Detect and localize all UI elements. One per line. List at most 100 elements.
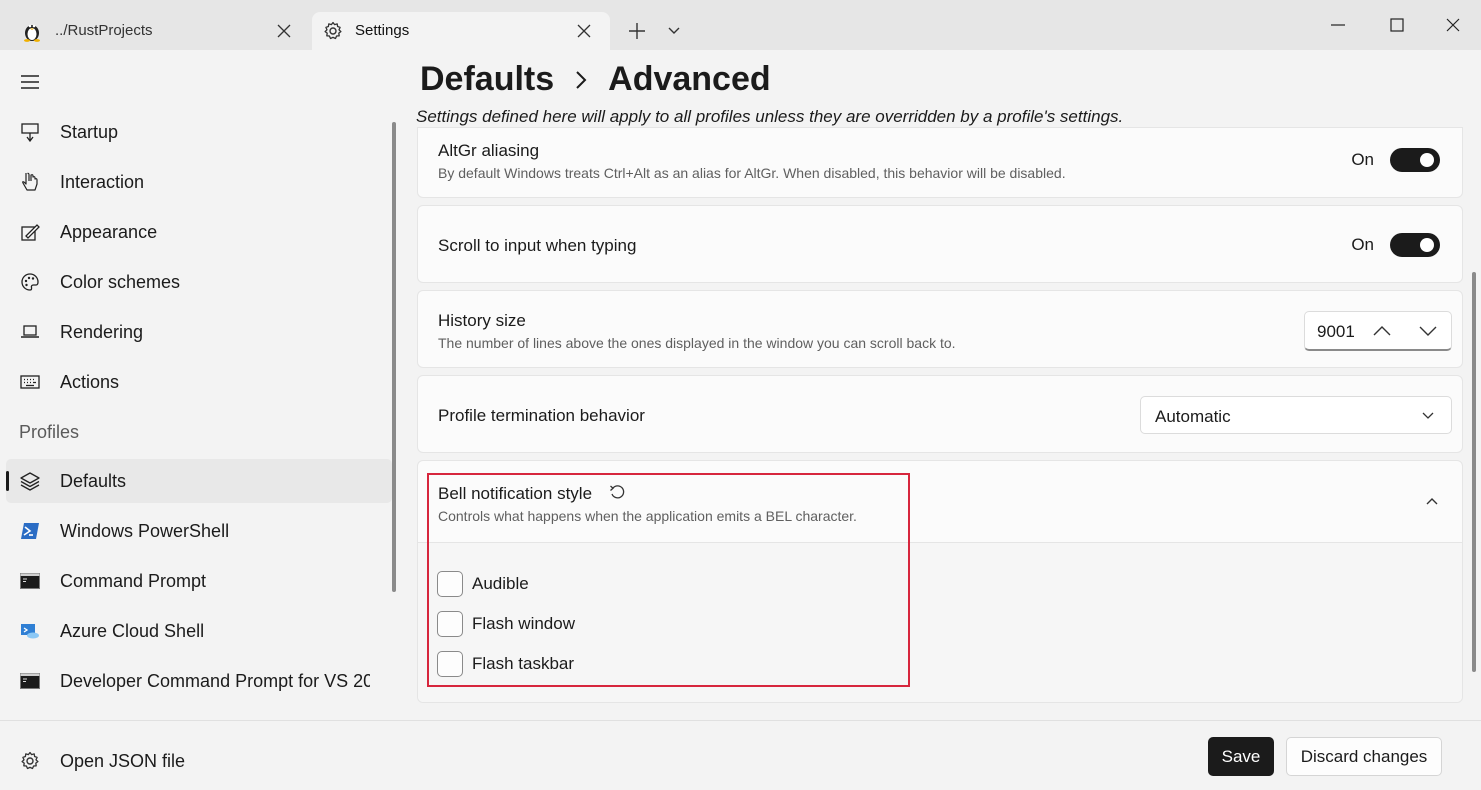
- breadcrumb-defaults[interactable]: Defaults: [420, 60, 554, 99]
- hamburger-icon: [21, 75, 39, 89]
- linux-penguin-icon: [20, 19, 44, 43]
- history-size-value[interactable]: 9001: [1317, 322, 1355, 342]
- pointer-hand-icon: [18, 170, 42, 194]
- page-description: Settings defined here will apply to all …: [416, 107, 1124, 126]
- cmd-icon: [18, 569, 42, 593]
- sidebar-item-label: Developer Command Prompt for VS 202: [60, 671, 370, 691]
- sidebar-item-appearance[interactable]: Appearance: [6, 210, 392, 254]
- new-tab-button[interactable]: [622, 17, 652, 45]
- tab-label: ../RustProjects: [55, 22, 153, 39]
- setting-title: History size: [438, 311, 526, 330]
- sidebar-item-label: Actions: [60, 372, 120, 392]
- sidebar-item-label: Startup: [60, 122, 119, 142]
- sidebar-item-command-prompt[interactable]: Command Prompt: [6, 559, 392, 603]
- chevron-down-icon: [1419, 407, 1437, 425]
- gear-icon: [18, 749, 42, 773]
- gear-icon: [321, 19, 345, 43]
- setting-title: Bell notification style: [438, 484, 593, 503]
- chevron-right-icon: [574, 70, 588, 90]
- maximize-button[interactable]: [1382, 10, 1412, 40]
- scroll-to-input-card: Scroll to input when typing On: [417, 205, 1463, 283]
- checkbox-box[interactable]: [437, 571, 463, 597]
- chevron-up-icon[interactable]: [1371, 320, 1393, 342]
- history-size-card: History size The number of lines above t…: [417, 290, 1463, 368]
- sidebar-item-label: Command Prompt: [60, 571, 207, 591]
- scroll-to-input-toggle[interactable]: [1390, 233, 1440, 257]
- sidebar-item-azure-cloud-shell[interactable]: Azure Cloud Shell: [6, 609, 392, 653]
- open-json-label: Open JSON file: [60, 751, 186, 771]
- sidebar-item-label: Interaction: [60, 172, 145, 192]
- discard-changes-button[interactable]: Discard changes: [1286, 737, 1442, 776]
- setting-title: Profile termination behavior: [438, 406, 645, 425]
- main-scrollbar[interactable]: [1472, 272, 1476, 672]
- sidebar-item-label: Color schemes: [60, 272, 181, 292]
- checkbox-flash-taskbar[interactable]: Flash taskbar: [437, 651, 574, 677]
- tab-settings[interactable]: Settings: [312, 12, 610, 50]
- checkbox-audible[interactable]: Audible: [437, 571, 529, 597]
- plus-icon: [629, 23, 645, 39]
- chevron-up-icon[interactable]: [1422, 491, 1442, 511]
- setting-description: By default Windows treats Ctrl+Alt as an…: [438, 165, 1066, 181]
- altgr-aliasing-card: AltGr aliasing By default Windows treats…: [417, 127, 1463, 198]
- palette-icon: [18, 270, 42, 294]
- sidebar-item-label: Windows PowerShell: [60, 521, 230, 541]
- save-button[interactable]: Save: [1208, 737, 1274, 776]
- altgr-toggle-group: On: [1351, 148, 1440, 172]
- profile-termination-card: Profile termination behavior Automatic: [417, 375, 1463, 453]
- azure-icon: [18, 619, 42, 643]
- reset-icon[interactable]: [607, 483, 627, 503]
- close-icon: [1446, 18, 1460, 32]
- startup-icon: [18, 120, 42, 144]
- toggle-knob: [1420, 153, 1434, 167]
- sidebar-item-rendering[interactable]: Rendering: [6, 310, 392, 354]
- open-json-file-button[interactable]: Open JSON file: [6, 739, 392, 783]
- altgr-aliasing-toggle[interactable]: [1390, 148, 1440, 172]
- keyboard-icon: [18, 370, 42, 394]
- scroll-input-toggle-group: On: [1351, 233, 1440, 257]
- footer-divider: [0, 720, 1481, 721]
- close-window-button[interactable]: [1438, 10, 1468, 40]
- maximize-icon: [1390, 18, 1404, 32]
- minimize-icon: [1331, 24, 1345, 26]
- sidebar-item-windows-powershell[interactable]: Windows PowerShell: [6, 509, 392, 553]
- sidebar-item-developer-command-prompt[interactable]: Developer Command Prompt for VS 202: [6, 659, 392, 703]
- checkbox-label: Flash taskbar: [472, 654, 575, 673]
- minimize-button[interactable]: [1323, 10, 1353, 40]
- checkbox-box[interactable]: [437, 651, 463, 677]
- breadcrumb: Defaults Advanced: [420, 60, 771, 99]
- profiles-section-header: Profiles: [19, 422, 80, 442]
- sidebar-item-color-schemes[interactable]: Color schemes: [6, 260, 392, 304]
- toggle-state-label: On: [1351, 235, 1374, 254]
- sidebar-scrollbar[interactable]: [392, 122, 396, 592]
- sidebar-item-startup[interactable]: Startup: [6, 110, 392, 154]
- sidebar-item-label: Rendering: [60, 322, 144, 342]
- breadcrumb-advanced: Advanced: [608, 60, 771, 98]
- profile-termination-dropdown[interactable]: Automatic: [1140, 396, 1452, 434]
- title-bar: ../RustProjects Settings: [0, 0, 1481, 50]
- layers-icon: [18, 469, 42, 493]
- powershell-icon: [18, 519, 42, 543]
- sidebar-item-actions[interactable]: Actions: [6, 360, 392, 404]
- sidebar-item-label: Azure Cloud Shell: [60, 621, 205, 641]
- toggle-state-label: On: [1351, 150, 1374, 169]
- sidebar-item-label: Defaults: [60, 471, 127, 491]
- sidebar-item-interaction[interactable]: Interaction: [6, 160, 392, 204]
- history-size-stepper[interactable]: 9001: [1304, 311, 1452, 351]
- setting-description: Controls what happens when the applicati…: [438, 508, 857, 524]
- close-icon[interactable]: [274, 21, 294, 41]
- tab-dropdown-button[interactable]: [662, 19, 686, 43]
- toggle-knob: [1420, 238, 1434, 252]
- sidebar-item-defaults[interactable]: Defaults: [6, 459, 392, 503]
- laptop-icon: [18, 320, 42, 344]
- chevron-down-icon[interactable]: [1417, 320, 1439, 342]
- setting-description: The number of lines above the ones displ…: [438, 335, 956, 351]
- checkbox-label: Audible: [472, 574, 529, 593]
- checkbox-box[interactable]: [437, 611, 463, 637]
- close-icon[interactable]: [574, 21, 594, 41]
- paintbrush-icon: [18, 220, 42, 244]
- hamburger-menu-button[interactable]: [18, 70, 42, 94]
- sidebar-item-label: Appearance: [60, 222, 158, 242]
- checkbox-flash-window[interactable]: Flash window: [437, 611, 575, 637]
- cmd-icon: [18, 669, 42, 693]
- tab-rustprojects[interactable]: ../RustProjects: [0, 12, 310, 50]
